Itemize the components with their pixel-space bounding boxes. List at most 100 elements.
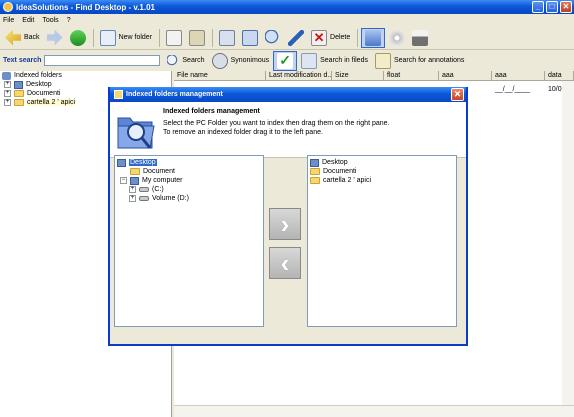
desktop-icon [310, 158, 319, 167]
column-header[interactable]: File name [174, 71, 266, 80]
search-bar: Text search Search Synonimous ✓ Search i… [0, 50, 574, 71]
magnifier-icon [167, 54, 180, 67]
pc-folders-pane[interactable]: Desktop Document − My computer + (C:) + … [114, 155, 264, 327]
dialog-heading: Indexed folders management [163, 108, 260, 115]
disk-button[interactable] [386, 28, 408, 48]
indexed-folders-pane[interactable]: Desktop Documenti cartella 2 ' apici [307, 155, 457, 327]
desktop-icon [117, 158, 126, 167]
cd-icon [389, 29, 406, 46]
minimize-button[interactable]: _ [532, 1, 544, 13]
green-check-icon: ✓ [277, 52, 294, 69]
toolbar-separator [212, 28, 214, 47]
search-input[interactable] [44, 55, 161, 66]
back-button[interactable]: Back [2, 28, 43, 48]
search-in-fields-button[interactable]: Search in fileds [298, 51, 371, 71]
toolbar-separator [357, 28, 359, 47]
search-button[interactable]: Search [164, 51, 207, 71]
menu-file[interactable]: File [3, 17, 14, 24]
properties-button[interactable] [216, 28, 238, 48]
dialog-title: Indexed folders management [126, 91, 223, 98]
folder-search-icon [117, 117, 155, 149]
indexed-folders-button[interactable] [361, 27, 386, 48]
delete-button[interactable]: ✕ Delete [308, 28, 353, 48]
dialog-instructions-2: To remove an indexed folder drag it to t… [163, 129, 323, 136]
window-titlebar[interactable]: IdeaSolutions - Find Desktop - v.1.01 _ … [0, 0, 574, 14]
grid-header: File name Last modification d... Size fl… [174, 71, 574, 81]
delete-icon: ✕ [311, 29, 328, 46]
menu-bar: File Edit Tools ? [0, 14, 574, 26]
toolbar-separator [92, 28, 94, 47]
view-button[interactable] [239, 28, 261, 48]
paste-button[interactable] [186, 28, 208, 48]
expand-icon[interactable]: + [129, 195, 136, 202]
expand-icon[interactable]: + [4, 99, 11, 106]
remove-folder-arrow-button[interactable]: ‹ [269, 247, 301, 279]
indexed-item-documenti[interactable]: Documenti [310, 167, 456, 176]
close-button[interactable]: ✕ [560, 1, 572, 13]
desktop-icon [14, 80, 23, 89]
horizontal-scrollbar[interactable] [174, 405, 574, 417]
computer-icon [130, 176, 139, 185]
printer-icon [412, 29, 429, 46]
indexed-item-desktop[interactable]: Desktop [310, 158, 456, 167]
dialog-header: Indexed folders management Select the PC… [110, 102, 466, 158]
search-annotations-button[interactable]: Search for annotations [372, 51, 467, 71]
magnifier-icon [265, 29, 282, 46]
window-title: IdeaSolutions - Find Desktop - v.1.01 [16, 2, 155, 12]
pc-tree-drive-d[interactable]: + Volume (D:) [117, 194, 263, 203]
pc-tree-desktop[interactable]: Desktop [117, 158, 263, 167]
toolbar-separator [159, 28, 161, 47]
edit-button[interactable] [285, 28, 307, 48]
collapse-icon[interactable]: − [120, 177, 127, 184]
column-header[interactable]: Size [332, 71, 384, 80]
check-toggle[interactable]: ✓ [273, 50, 298, 71]
pencil-icon [288, 29, 305, 46]
field-search-icon [301, 52, 318, 69]
pc-tree-documents[interactable]: Document [117, 167, 263, 176]
chevron-right-icon: › [280, 209, 290, 239]
folder-search-icon [365, 29, 382, 46]
vertical-scrollbar[interactable] [562, 81, 574, 405]
dictionary-icon [211, 52, 228, 69]
refresh-button[interactable] [67, 28, 89, 48]
expand-icon[interactable]: + [129, 186, 136, 193]
new-folder-button[interactable]: New folder [97, 28, 155, 48]
print-button[interactable] [409, 28, 431, 48]
properties-icon [219, 29, 236, 46]
folder-icon [310, 168, 320, 175]
dialog-titlebar[interactable]: Indexed folders management ✕ [110, 87, 466, 102]
back-arrow-icon [5, 29, 21, 46]
folder-icon [14, 90, 24, 97]
expand-icon[interactable]: + [4, 81, 11, 88]
pc-tree-drive-c[interactable]: + (C:) [117, 185, 263, 194]
main-toolbar: Back New folder ✕ Delete [0, 26, 574, 50]
find-button[interactable] [262, 28, 284, 48]
synonimous-toggle[interactable]: Synonimous [209, 51, 273, 71]
chevron-left-icon: ‹ [280, 248, 290, 278]
dialog-close-button[interactable]: ✕ [451, 88, 464, 101]
menu-help[interactable]: ? [67, 17, 71, 24]
search-label: Text search [3, 57, 42, 64]
annotation-search-icon [374, 52, 391, 69]
pc-tree-my-computer[interactable]: − My computer [117, 176, 263, 185]
folder-icon [130, 168, 140, 175]
column-header[interactable]: aaa [439, 71, 492, 80]
maximize-button[interactable]: □ [546, 1, 558, 13]
tree-root[interactable]: Indexed folders [0, 71, 171, 80]
indexed-folders-dialog: Indexed folders management ✕ Indexed fol… [108, 87, 468, 346]
menu-tools[interactable]: Tools [42, 17, 58, 24]
column-header[interactable]: aaa [492, 71, 545, 80]
folder-icon [310, 177, 320, 184]
forward-button[interactable] [44, 28, 66, 48]
indexed-item-cartella[interactable]: cartella 2 ' apici [310, 176, 456, 185]
copy-icon [166, 29, 183, 46]
add-folder-arrow-button[interactable]: › [269, 208, 301, 240]
column-header[interactable]: float [384, 71, 439, 80]
forward-arrow-icon [46, 29, 63, 46]
column-header[interactable]: data [545, 71, 574, 80]
copy-button[interactable] [163, 28, 185, 48]
expand-icon[interactable]: + [4, 90, 11, 97]
app-icon [3, 2, 13, 12]
menu-edit[interactable]: Edit [22, 17, 34, 24]
column-header[interactable]: Last modification d... [266, 71, 332, 80]
